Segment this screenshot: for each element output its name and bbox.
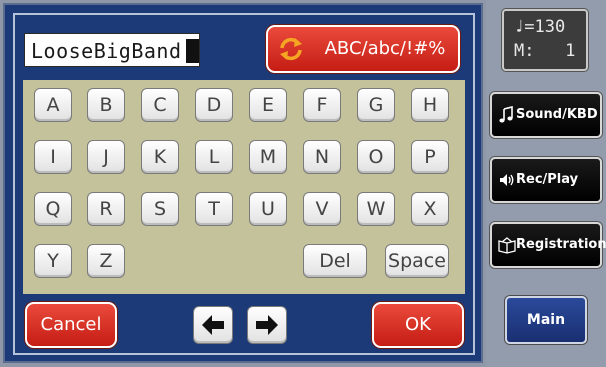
measure-readout: M: 1 [514,41,576,61]
key-label: U [261,198,275,220]
character-mode-label: ABC/abc/!#% [324,38,446,59]
key-label: O [368,146,384,168]
cancel-button[interactable]: Cancel [25,302,117,348]
name-input-field[interactable]: LooseBigBand [24,33,200,67]
character-mode-button[interactable]: ABC/abc/!#% [266,25,460,73]
key-label: J [103,146,109,168]
key-label: Z [99,250,113,272]
speaker-icon [500,174,514,186]
book-icon [498,237,516,254]
key-k[interactable]: K [141,140,179,174]
delete-key-label: Del [319,250,351,272]
cancel-label: Cancel [40,314,102,335]
key-label: V [315,198,329,220]
main-label: Main [526,312,566,328]
registration-button[interactable]: Registration [490,222,606,268]
ok-label: OK [405,314,431,335]
space-key-label: Space [388,250,446,272]
cursor-right-button[interactable] [247,306,287,344]
key-label: F [316,94,328,116]
key-label: G [368,94,384,116]
key-g[interactable]: G [357,88,395,122]
key-r[interactable]: R [87,192,125,226]
key-label: L [208,146,220,168]
key-label: H [422,94,438,116]
music-note-icon [499,106,513,123]
key-label: Q [45,198,61,220]
key-label: E [261,94,274,116]
name-entry-screen: LooseBigBand ABC/abc/!#% A B C D E F G H I J K L M N O… [0,0,606,367]
space-key[interactable]: Space [385,244,449,278]
key-y[interactable]: Y [34,244,72,278]
key-p[interactable]: P [411,140,449,174]
tempo-measure-display: ♩=130 M: 1 [502,9,588,71]
rec-play-label: Rec/Play [516,172,579,187]
cycle-icon [280,37,302,61]
key-label: W [366,198,386,220]
key-label: K [153,146,167,168]
rec-play-button[interactable]: Rec/Play [490,157,602,203]
key-label: N [314,146,330,168]
registration-label: Registration [516,237,606,252]
key-label: C [153,94,167,116]
key-label: S [153,198,167,220]
key-n[interactable]: N [303,140,341,174]
key-label: I [50,146,56,168]
key-u[interactable]: U [249,192,287,226]
name-input-value: LooseBigBand [31,39,182,63]
main-button[interactable]: Main [505,296,587,344]
key-c[interactable]: C [141,88,179,122]
cursor-left-button[interactable] [193,306,233,344]
key-label: A [46,94,60,116]
key-z[interactable]: Z [87,244,125,278]
key-v[interactable]: V [303,192,341,226]
key-h[interactable]: H [411,88,449,122]
ok-button[interactable]: OK [372,302,464,348]
key-f[interactable]: F [303,88,341,122]
key-label: Y [47,250,59,272]
sound-kbd-label: Sound/KBD [516,107,598,122]
key-l[interactable]: L [195,140,233,174]
right-arrow-icon [256,315,278,335]
key-q[interactable]: Q [34,192,72,226]
key-d[interactable]: D [195,88,233,122]
key-t[interactable]: T [195,192,233,226]
text-cursor [185,39,199,63]
key-o[interactable]: O [357,140,395,174]
key-label: B [99,94,113,116]
key-label: T [208,198,220,220]
key-b[interactable]: B [87,88,125,122]
key-i[interactable]: I [34,140,72,174]
sound-kbd-button[interactable]: Sound/KBD [490,92,602,138]
key-label: M [259,146,277,168]
delete-key[interactable]: Del [303,244,367,278]
key-m[interactable]: M [249,140,287,174]
left-arrow-icon [202,315,224,335]
key-label: D [206,94,222,116]
key-e[interactable]: E [249,88,287,122]
key-label: X [423,198,437,220]
key-w[interactable]: W [357,192,395,226]
key-j[interactable]: J [87,140,125,174]
tempo-readout: ♩=130 [514,17,566,37]
key-label: R [99,198,113,220]
key-a[interactable]: A [34,88,72,122]
key-s[interactable]: S [141,192,179,226]
key-x[interactable]: X [411,192,449,226]
key-label: P [424,146,436,168]
